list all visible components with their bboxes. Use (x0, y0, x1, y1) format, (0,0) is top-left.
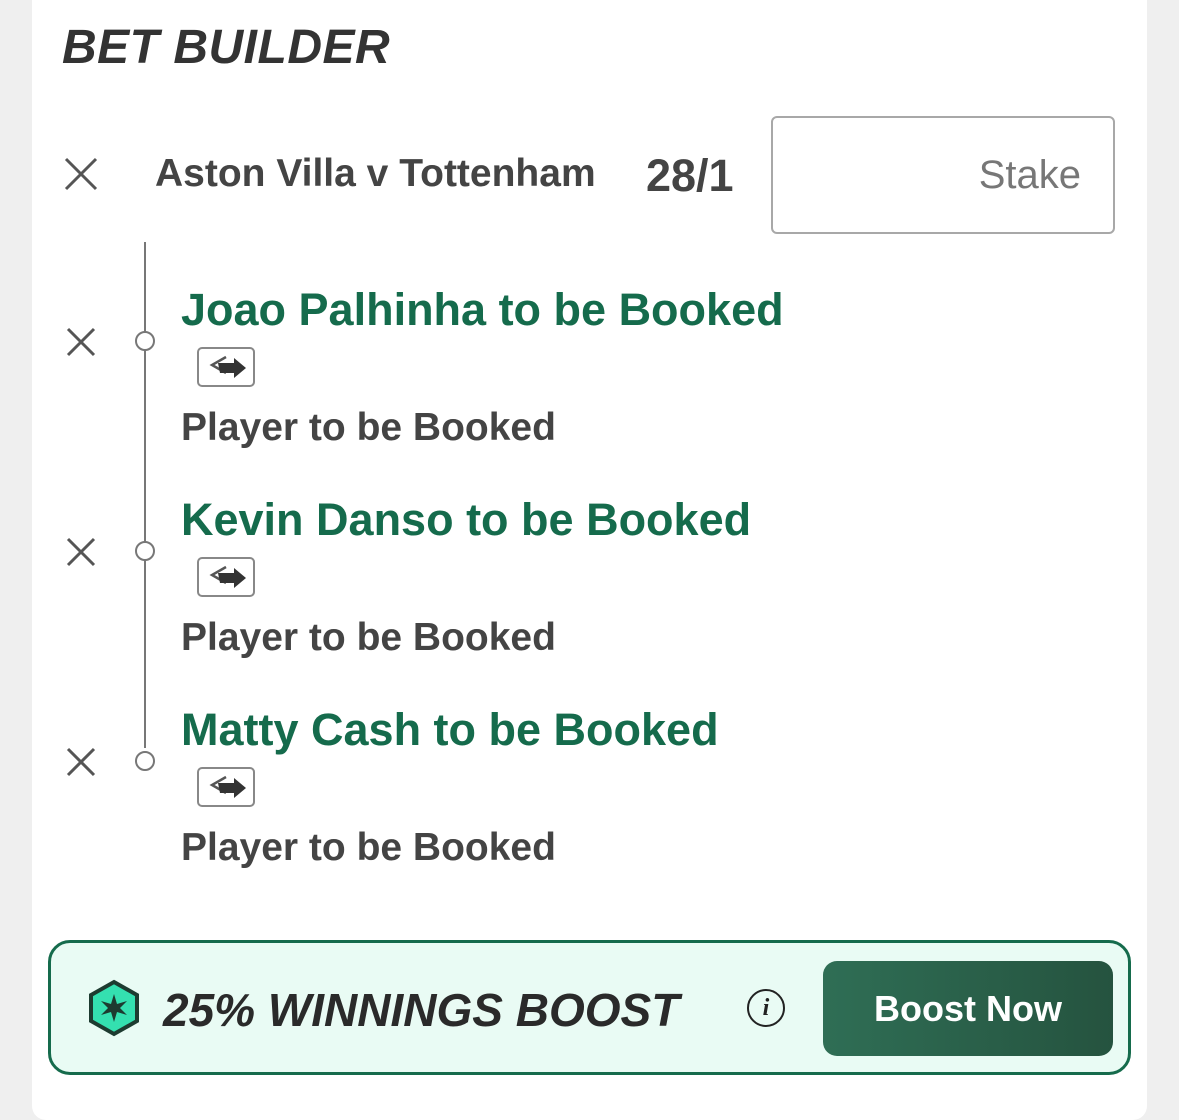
selection-name[interactable]: Kevin Danso to be Booked (181, 494, 751, 546)
remove-selection-close-icon[interactable] (61, 322, 101, 362)
stake-input[interactable] (771, 116, 1115, 234)
page-title: BET BUILDER (62, 21, 391, 74)
info-icon[interactable]: i (747, 989, 785, 1027)
boost-text: 25% WINNINGS BOOST (163, 984, 680, 1036)
selection-timeline (144, 242, 146, 748)
timeline-node (135, 541, 155, 561)
boost-star-icon (89, 979, 139, 1037)
remove-selection-close-icon[interactable] (61, 532, 101, 572)
remove-event-close-icon[interactable] (61, 154, 101, 194)
selection-market: Player to be Booked (181, 826, 556, 869)
swap-icon[interactable] (197, 557, 255, 597)
swap-icon[interactable] (197, 347, 255, 387)
event-odds: 28/1 (646, 150, 734, 201)
timeline-node (135, 331, 155, 351)
winnings-boost-banner: 25% WINNINGS BOOST i Boost Now (48, 940, 1131, 1075)
swap-icon[interactable] (197, 767, 255, 807)
selection-market: Player to be Booked (181, 406, 556, 449)
selection-name[interactable]: Matty Cash to be Booked (181, 704, 719, 756)
selection-market: Player to be Booked (181, 616, 556, 659)
event-name: Aston Villa v Tottenham (155, 152, 596, 195)
remove-selection-close-icon[interactable] (61, 742, 101, 782)
selection-name[interactable]: Joao Palhinha to be Booked (181, 284, 784, 336)
timeline-node (135, 751, 155, 771)
boost-now-button[interactable]: Boost Now (823, 961, 1113, 1056)
